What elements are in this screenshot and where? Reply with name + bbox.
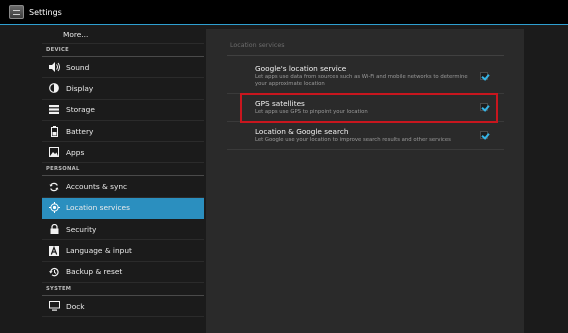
- sidebar-item-battery[interactable]: Battery: [42, 121, 204, 143]
- sidebar-item-label: Dock: [66, 301, 85, 311]
- action-bar: Settings: [0, 0, 568, 24]
- checkbox-googles-location-service[interactable]: [480, 72, 488, 80]
- backup-restore-icon: [47, 266, 61, 278]
- speaker-icon: [47, 61, 61, 73]
- sidebar-item-label: Location services: [66, 203, 130, 213]
- sidebar-item-apps[interactable]: Apps: [42, 142, 204, 164]
- lock-icon: [47, 223, 61, 235]
- sidebar-item-label: Backup & reset: [66, 267, 123, 277]
- sidebar-item-storage[interactable]: Storage: [42, 100, 204, 121]
- apps-icon: [47, 146, 61, 158]
- settings-screen: More... DEVICE Sound Display Storage Bat…: [0, 25, 568, 333]
- sidebar-item-accounts-sync[interactable]: Accounts & sync: [42, 176, 204, 198]
- sidebar-item-label: Accounts & sync: [66, 182, 128, 192]
- settings-sidebar: More... DEVICE Sound Display Storage Bat…: [42, 25, 204, 333]
- pref-location-google-search[interactable]: Location & Google search Let Google use …: [227, 122, 504, 150]
- action-bar-title: Settings: [29, 7, 62, 17]
- gps-satellites-highlight-box: [240, 93, 498, 123]
- sidebar-item-label: Apps: [66, 147, 85, 157]
- pref-title: Google's location service: [255, 64, 347, 73]
- dock-monitor-icon: [47, 300, 61, 312]
- sidebar-item-backup-reset[interactable]: Backup & reset: [42, 262, 204, 283]
- sidebar-item-label: Battery: [66, 126, 94, 136]
- section-divider: [227, 55, 504, 56]
- keyboard-letter-icon: [47, 245, 61, 257]
- sidebar-item-dock[interactable]: Dock: [42, 296, 204, 318]
- sidebar-item-label: Language & input: [66, 246, 132, 256]
- sidebar-item-label: More...: [63, 29, 89, 39]
- section-header-device: DEVICE: [42, 44, 204, 57]
- sidebar-item-label: Sound: [66, 62, 90, 72]
- storage-icon: [47, 104, 61, 116]
- sidebar-item-more[interactable]: More...: [42, 25, 204, 44]
- pref-summary: Let apps use data from sources such as W…: [255, 74, 468, 87]
- pref-summary: Let Google use your location to improve …: [255, 137, 451, 143]
- location-services-panel: Location services Google's location serv…: [206, 29, 524, 333]
- sidebar-item-language-input[interactable]: Language & input: [42, 240, 204, 262]
- battery-icon: [47, 125, 61, 137]
- pref-title: Location & Google search: [255, 127, 349, 136]
- sidebar-item-location-services[interactable]: Location services: [42, 197, 204, 220]
- display-brightness-icon: [47, 82, 61, 94]
- pref-googles-location-service[interactable]: Google's location service Let apps use d…: [227, 60, 504, 94]
- checkbox-location-google-search[interactable]: [480, 131, 488, 139]
- section-header-personal: PERSONAL: [42, 163, 204, 177]
- sidebar-item-label: Storage: [66, 105, 95, 115]
- sidebar-item-display[interactable]: Display: [42, 78, 204, 100]
- settings-app-icon[interactable]: [9, 5, 24, 19]
- sidebar-item-security[interactable]: Security: [42, 219, 204, 241]
- section-header-system: SYSTEM: [42, 283, 204, 296]
- sidebar-item-sound[interactable]: Sound: [42, 57, 204, 79]
- sync-icon: [47, 181, 61, 193]
- sidebar-item-label: Display: [66, 83, 94, 93]
- sidebar-item-label: Security: [66, 224, 97, 234]
- location-icon: [47, 202, 61, 214]
- section-title: Location services: [230, 42, 285, 49]
